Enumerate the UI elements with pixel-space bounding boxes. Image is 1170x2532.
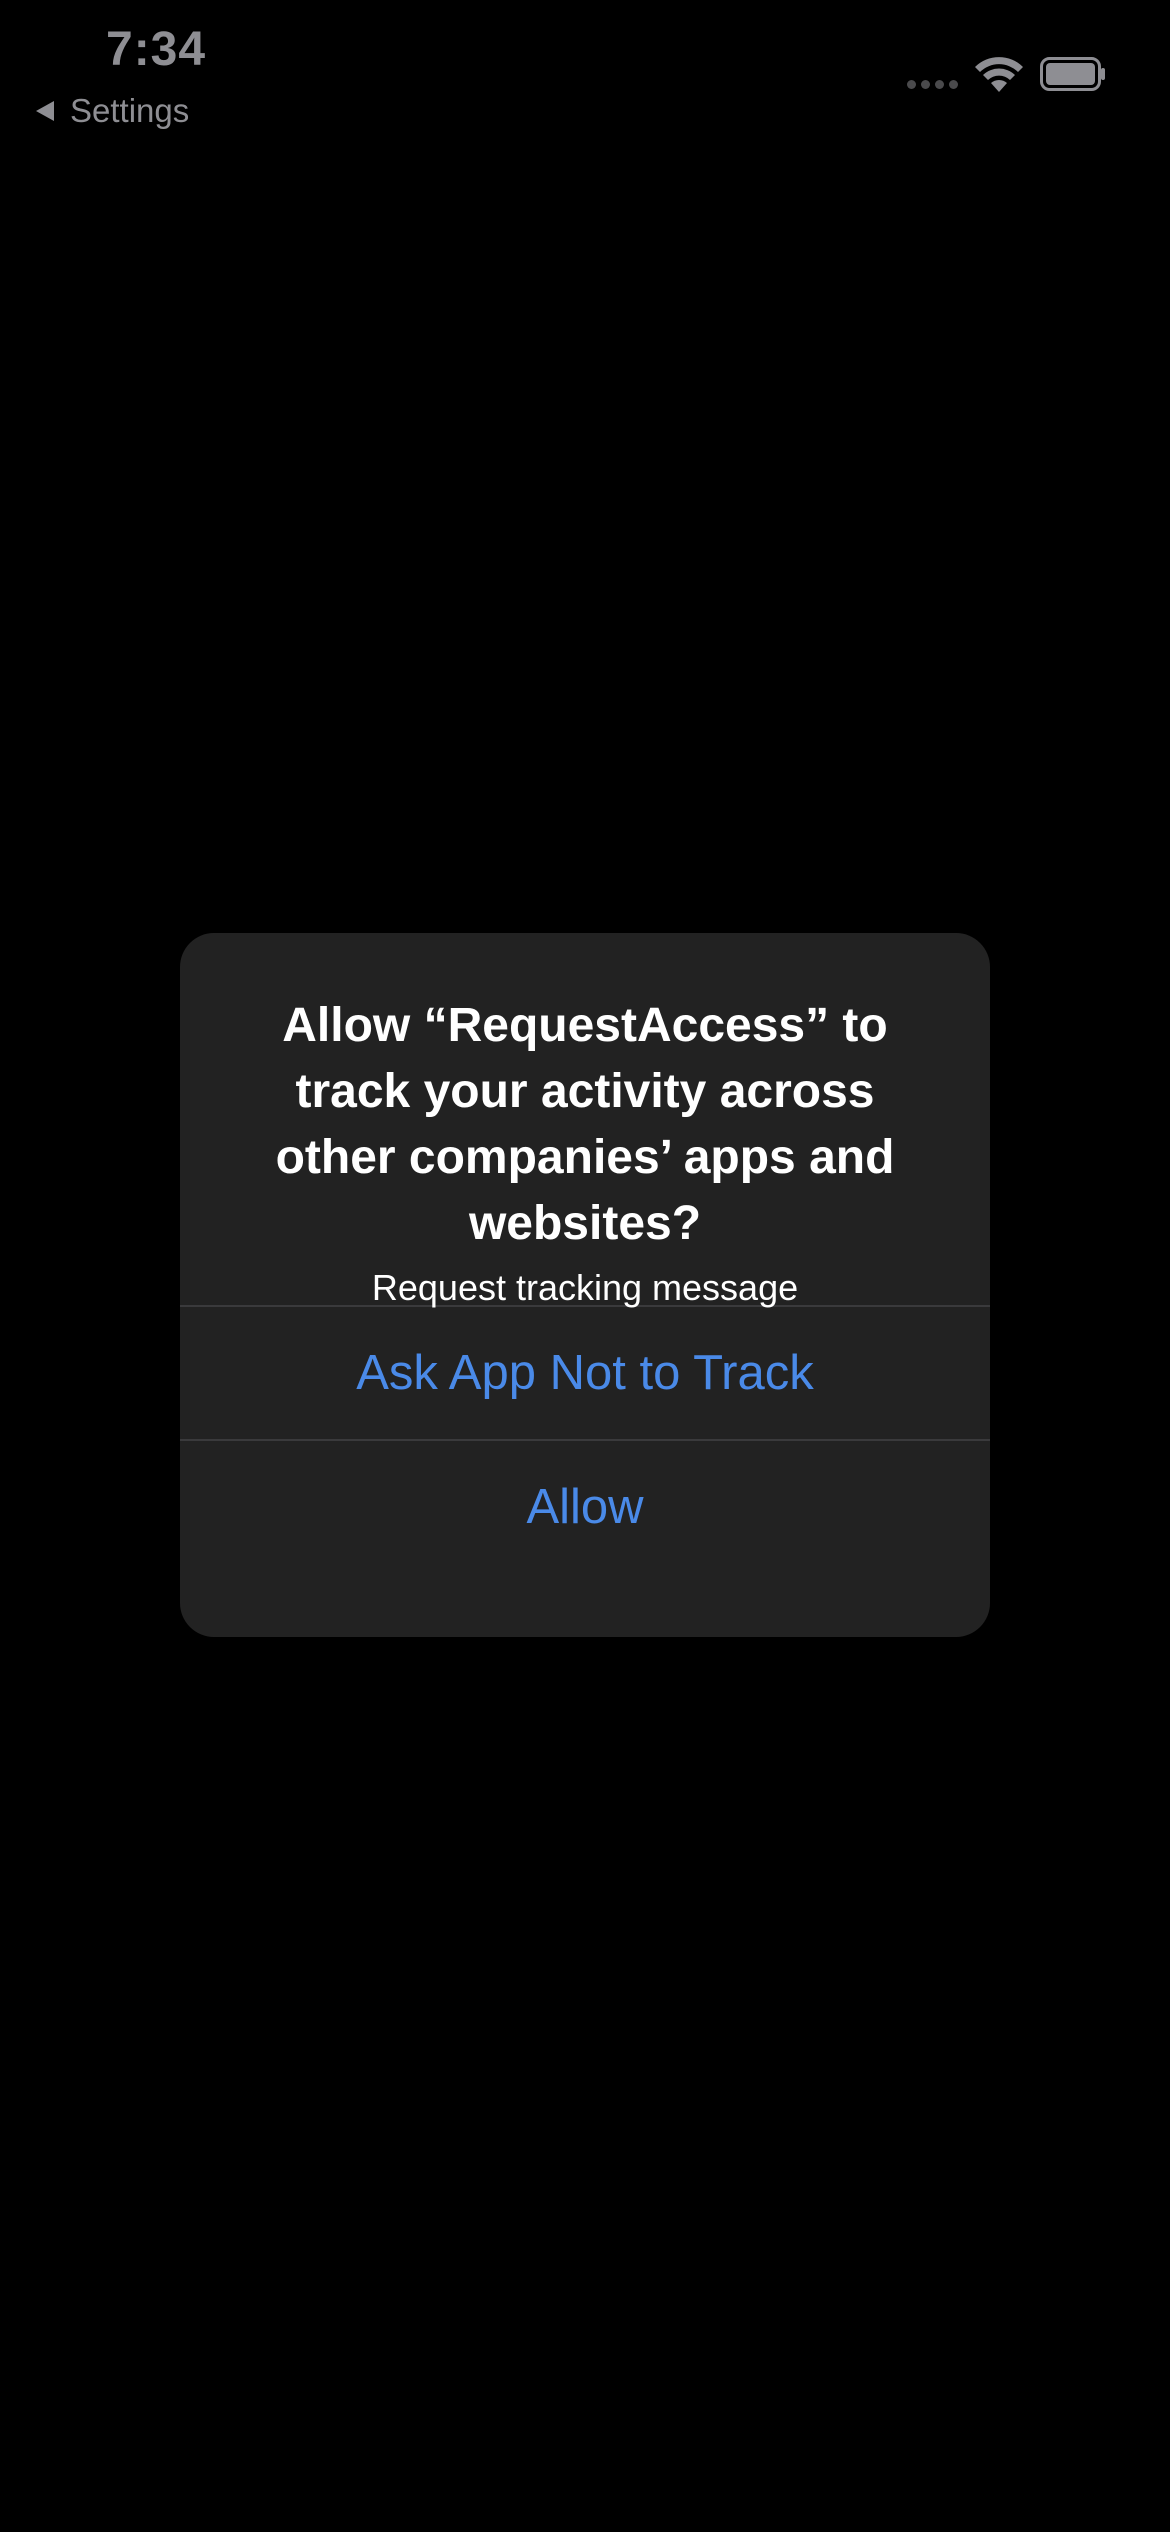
ask-app-not-to-track-button[interactable]: Ask App Not to Track — [180, 1307, 990, 1439]
tracking-permission-alert: Allow “RequestAccess” to track your acti… — [180, 933, 990, 1637]
alert-body: Allow “RequestAccess” to track your acti… — [180, 933, 990, 1308]
allow-button[interactable]: Allow — [180, 1441, 990, 1573]
alert-title: Allow “RequestAccess” to track your acti… — [275, 999, 895, 1250]
back-link-label: Settings — [70, 92, 190, 129]
signal-icon — [907, 80, 958, 89]
back-arrow-icon — [36, 101, 54, 121]
wifi-icon — [975, 57, 1023, 92]
status-bar: 7:34 Settings — [0, 0, 1170, 140]
back-to-settings-link[interactable]: Settings — [36, 92, 189, 130]
screen: 7:34 Settings Allow “RequestAccess” to t… — [0, 0, 1170, 2532]
battery-icon — [1040, 57, 1105, 91]
status-time: 7:34 — [106, 23, 207, 76]
